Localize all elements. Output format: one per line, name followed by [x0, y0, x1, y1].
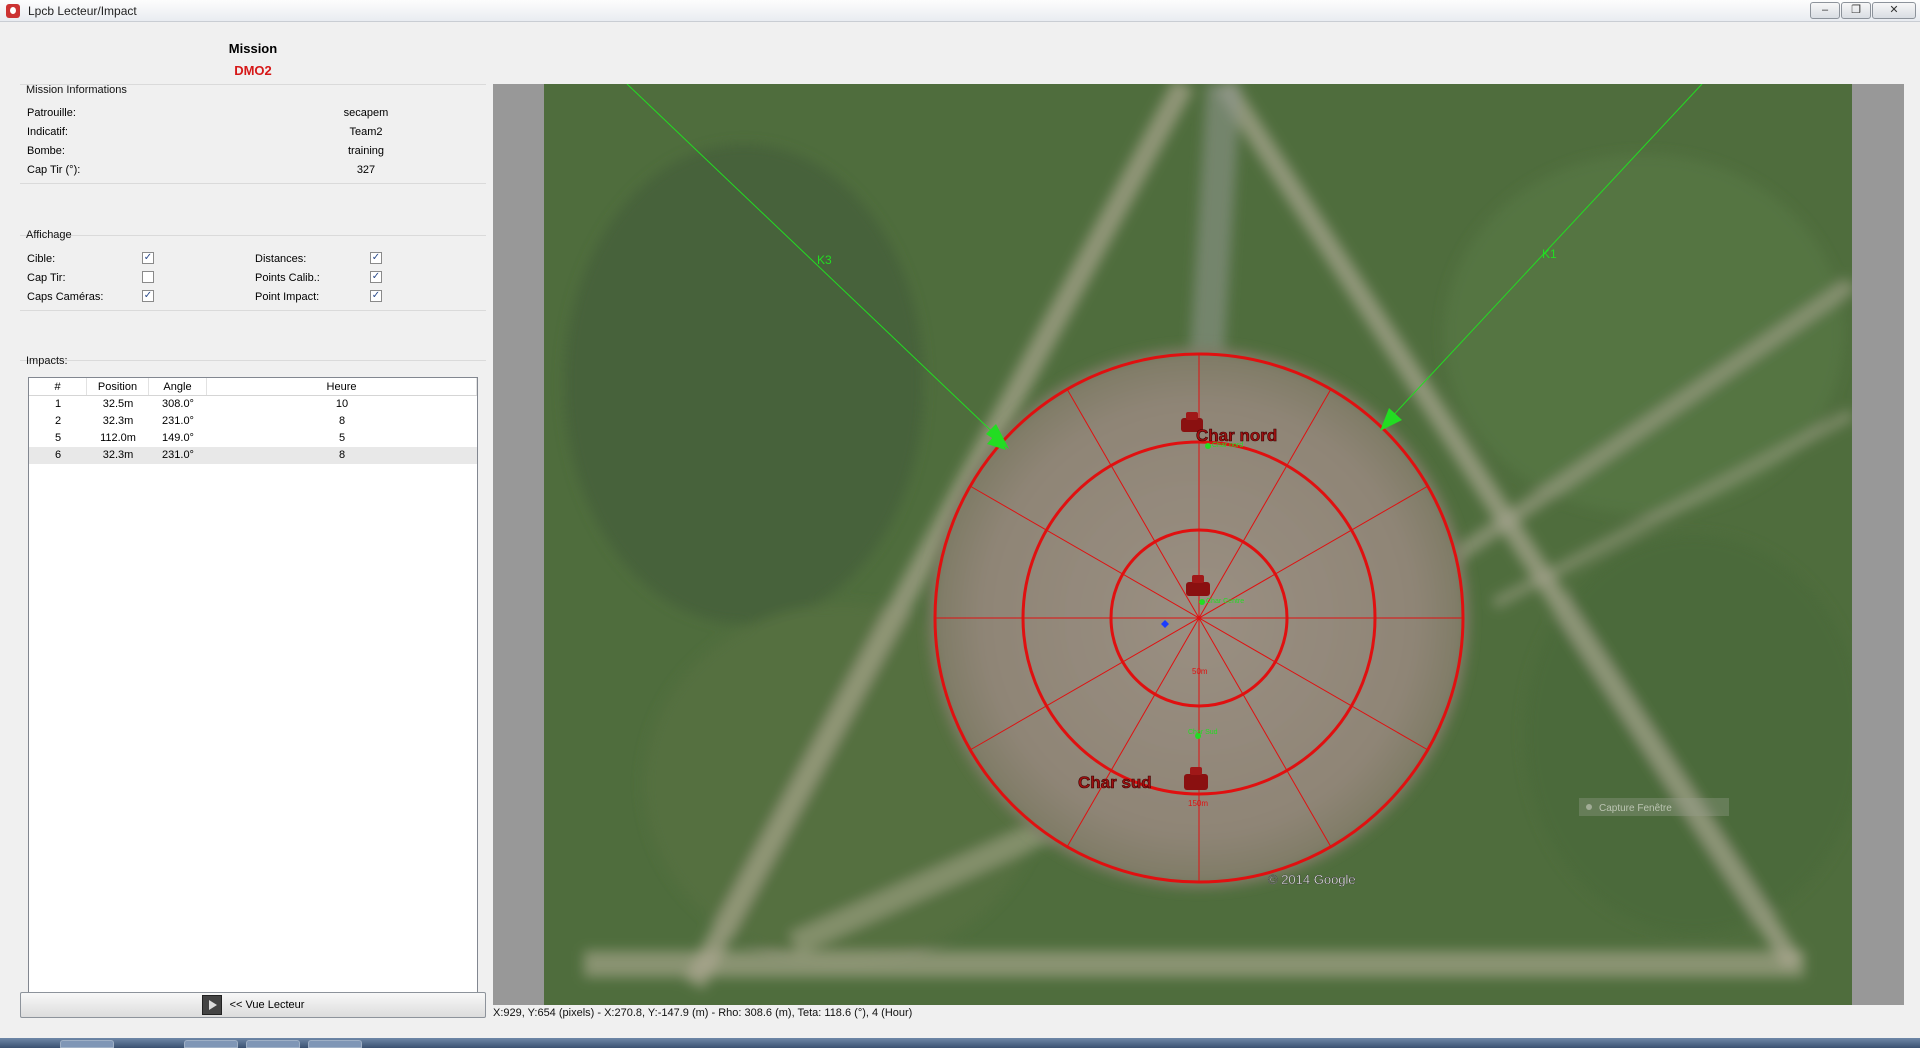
taskbar-item[interactable] [60, 1040, 114, 1048]
left-panel: Mission DMO2 Mission Informations Patrou… [0, 22, 492, 1026]
calib-label-north: Char nord [1212, 442, 1243, 449]
play-icon [201, 995, 222, 1015]
satellite-map[interactable]: K3 K1 Char nord Char nord Char Centre Ch… [544, 84, 1852, 1005]
calib-point-north [1205, 443, 1211, 449]
cap-tir-label: Cap Tir (°): [27, 164, 81, 176]
mission-info-title: Mission Informations [26, 84, 127, 96]
cell-number: 1 [54, 398, 62, 410]
table-row[interactable]: 2 32.3m 231.0° 8 [29, 413, 477, 430]
point-impact-checkbox[interactable]: ✓ [370, 290, 382, 302]
cell-angle: 308.0° [162, 398, 194, 410]
cell-position: 32.3m [102, 449, 134, 461]
col-header-position[interactable]: Position [87, 378, 149, 395]
cell-heure: 8 [338, 449, 346, 461]
cible-label: Cible: [27, 253, 56, 265]
impacts-title: Impacts: [26, 355, 68, 367]
calib-label-center: Char Centre [1206, 598, 1244, 605]
ring-label-150m: 150m [1188, 799, 1208, 808]
table-row[interactable]: 5 112.0m 149.0° 5 [29, 430, 477, 447]
camera-k1-label: K1 [1542, 247, 1557, 261]
map-svg: K3 K1 Char nord Char nord Char Centre Ch… [544, 84, 1852, 1005]
calib-label-south: Char Sud [1188, 729, 1218, 736]
cell-number: 2 [54, 415, 62, 427]
caps-cameras-checkbox[interactable]: ✓ [142, 290, 154, 302]
col-header-angle[interactable]: Angle [149, 378, 207, 395]
mission-label: Mission [228, 41, 278, 56]
cell-heure: 5 [338, 432, 346, 444]
taskbar-item[interactable] [246, 1040, 300, 1048]
point-impact-label: Point Impact: [255, 291, 320, 303]
target-south-label: Char sud [1078, 773, 1152, 792]
vue-lecteur-button[interactable]: << Vue Lecteur [20, 992, 486, 1018]
indicatif-label: Indicatif: [27, 126, 68, 138]
points-calib-label: Points Calib.: [255, 272, 320, 284]
cell-angle: 149.0° [162, 432, 194, 444]
cell-position: 32.3m [102, 415, 134, 427]
table-row-selected[interactable]: 6 32.3m 231.0° 8 [29, 447, 477, 464]
cell-heure: 8 [338, 415, 346, 427]
distances-label: Distances: [255, 253, 307, 265]
indicatif-value: Team2 [349, 126, 383, 138]
camera-k3-label: K3 [817, 253, 832, 267]
bombe-label: Bombe: [27, 145, 65, 157]
vue-lecteur-label: << Vue Lecteur [229, 999, 305, 1011]
app-icon [6, 3, 20, 18]
map-copyright: © 2014 Google [1268, 872, 1356, 887]
restore-button[interactable]: ❐ [1841, 2, 1871, 19]
cell-number: 6 [54, 449, 62, 461]
minimize-button[interactable]: ‒ [1810, 2, 1840, 19]
capture-window-label: Capture Fenêtre [1599, 803, 1672, 814]
affichage-title: Affichage [26, 229, 72, 241]
window-titlebar: Lpcb Lecteur/Impact ‒ ❐ ✕ [0, 0, 1920, 22]
cell-number: 5 [54, 432, 62, 444]
cell-position: 112.0m [100, 432, 136, 444]
cible-checkbox[interactable]: ✓ [142, 252, 154, 264]
capture-icon [1586, 804, 1592, 810]
ring-label-50m: 50m [1192, 667, 1208, 676]
window-controls: ‒ ❐ ✕ [1810, 2, 1916, 19]
cell-heure: 10 [335, 398, 349, 410]
col-header-number[interactable]: # [29, 378, 87, 395]
caps-cameras-label: Caps Caméras: [27, 291, 104, 303]
calib-point-center [1199, 599, 1205, 605]
impacts-table-header: # Position Angle Heure [29, 378, 477, 396]
bombe-value: training [347, 145, 385, 157]
taskbar-item[interactable] [184, 1040, 238, 1048]
distances-checkbox[interactable]: ✓ [370, 252, 382, 264]
cap-tir-display-label: Cap Tir: [27, 272, 66, 284]
patrouille-value: secapem [343, 107, 389, 119]
impacts-table[interactable]: # Position Angle Heure 1 32.5m 308.0° 10… [28, 377, 478, 1000]
cell-angle: 231.0° [162, 449, 194, 461]
cap-tir-checkbox[interactable] [142, 271, 154, 283]
col-header-heure[interactable]: Heure [207, 378, 477, 395]
cell-position: 32.5m [102, 398, 134, 410]
mission-info-group [20, 84, 486, 184]
points-calib-checkbox[interactable]: ✓ [370, 271, 382, 283]
patrouille-label: Patrouille: [27, 107, 76, 119]
cap-tir-value: 327 [356, 164, 376, 176]
cell-angle: 231.0° [162, 415, 194, 427]
status-coordinates: X:929, Y:654 (pixels) - X:270.8, Y:-147.… [493, 1007, 913, 1019]
mission-code: DMO2 [234, 63, 272, 78]
table-row[interactable]: 1 32.5m 308.0° 10 [29, 396, 477, 413]
taskbar-item[interactable] [308, 1040, 362, 1048]
close-button[interactable]: ✕ [1872, 2, 1916, 19]
window-title: Lpcb Lecteur/Impact [28, 3, 137, 18]
